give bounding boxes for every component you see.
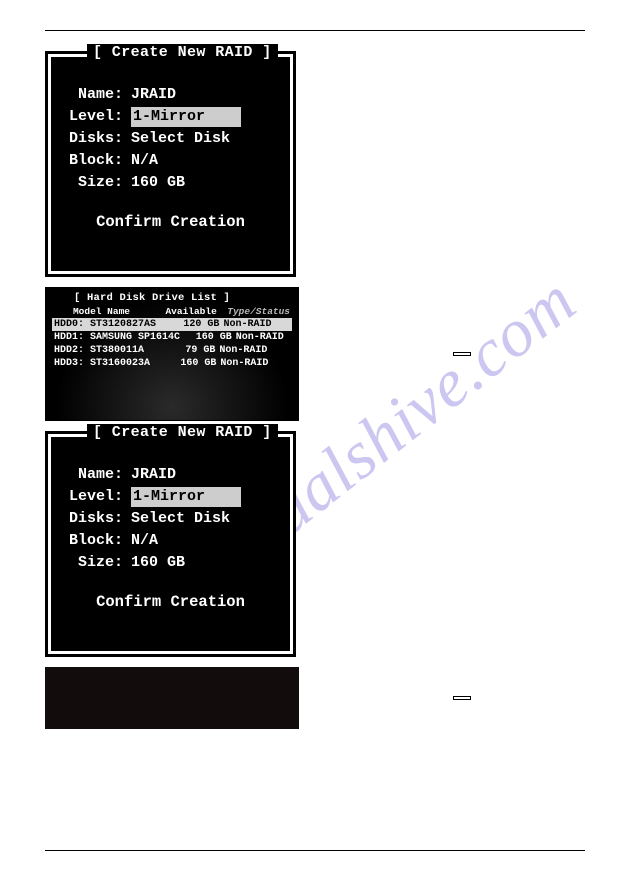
value-block: N/A xyxy=(127,531,158,551)
label-name: Name: xyxy=(65,465,127,485)
bottom-divider xyxy=(45,850,585,851)
value-name: JRAID xyxy=(127,85,176,105)
row-strip xyxy=(45,667,585,729)
panel-title: [ Create New RAID ] xyxy=(87,424,278,441)
hdd-type: Non-RAID xyxy=(232,331,290,344)
col-type: Type/Status xyxy=(219,305,290,318)
label-size: Size: xyxy=(65,173,127,193)
hdd-row[interactable]: HDD3: ST3160023A160 GBNon-RAID xyxy=(52,357,292,370)
hdd-type: Non-RAID xyxy=(216,357,290,370)
hdd-list-header: Model Name Available Type/Status xyxy=(52,305,292,318)
row-hdd-list: [ Hard Disk Drive List ] Model Name Avai… xyxy=(45,287,585,421)
confirm-creation-1[interactable]: Confirm Creation xyxy=(65,213,276,231)
label-level: Level: xyxy=(65,487,127,507)
confirm-creation-2[interactable]: Confirm Creation xyxy=(65,593,276,611)
hdd-id-model: HDD1: SAMSUNG SP1614C xyxy=(54,331,180,344)
value-disks[interactable]: Select Disk xyxy=(127,509,230,529)
value-size: 160 GB xyxy=(127,173,185,193)
hdd-id-model: HDD2: ST380011A xyxy=(54,344,148,357)
hdd-type: Non-RAID xyxy=(219,318,290,331)
value-size: 160 GB xyxy=(127,553,185,573)
value-level[interactable]: 1-Mirror xyxy=(131,487,241,507)
hdd-size: 160 GB xyxy=(180,331,232,344)
label-block: Block: xyxy=(65,531,127,551)
label-level: Level: xyxy=(65,107,127,127)
label-block: Block: xyxy=(65,151,127,171)
hdd-id-model: HDD3: ST3160023A xyxy=(54,357,150,370)
key-badge-2 xyxy=(453,696,471,700)
row-create-2: [ Create New RAID ] Name:JRAID Level:1-M… xyxy=(45,431,585,657)
hdd-list-title: [ Hard Disk Drive List ] xyxy=(52,292,292,305)
value-block: N/A xyxy=(127,151,158,171)
value-disks[interactable]: Select Disk xyxy=(127,129,230,149)
label-size: Size: xyxy=(65,553,127,573)
label-disks: Disks: xyxy=(65,129,127,149)
hdd-list-panel: [ Hard Disk Drive List ] Model Name Avai… xyxy=(45,287,299,421)
hdd-row[interactable]: HDD1: SAMSUNG SP1614C160 GBNon-RAID xyxy=(52,331,292,344)
create-raid-panel-1: [ Create New RAID ] Name:JRAID Level:1-M… xyxy=(48,54,293,274)
hdd-size: 160 GB xyxy=(150,357,216,370)
hdd-size: 120 GB xyxy=(156,318,219,331)
hdd-row[interactable]: HDD2: ST380011A79 GBNon-RAID xyxy=(52,344,292,357)
dark-strip xyxy=(45,667,299,729)
hdd-row[interactable]: HDD0: ST3120827AS120 GBNon-RAID xyxy=(52,318,292,331)
create-raid-panel-2: [ Create New RAID ] Name:JRAID Level:1-M… xyxy=(48,434,293,654)
label-disks: Disks: xyxy=(65,509,127,529)
hdd-type: Non-RAID xyxy=(215,344,290,357)
key-badge-1 xyxy=(453,352,471,356)
col-model: Model Name xyxy=(54,305,149,318)
top-divider xyxy=(45,30,585,31)
col-available: Available xyxy=(149,305,219,318)
value-name: JRAID xyxy=(127,465,176,485)
hdd-id-model: HDD0: ST3120827AS xyxy=(54,318,156,331)
row-create-1: [ Create New RAID ] Name:JRAID Level:1-M… xyxy=(45,51,585,277)
label-name: Name: xyxy=(65,85,127,105)
value-level[interactable]: 1-Mirror xyxy=(131,107,241,127)
panel-title: [ Create New RAID ] xyxy=(87,44,278,61)
hdd-size: 79 GB xyxy=(148,344,215,357)
